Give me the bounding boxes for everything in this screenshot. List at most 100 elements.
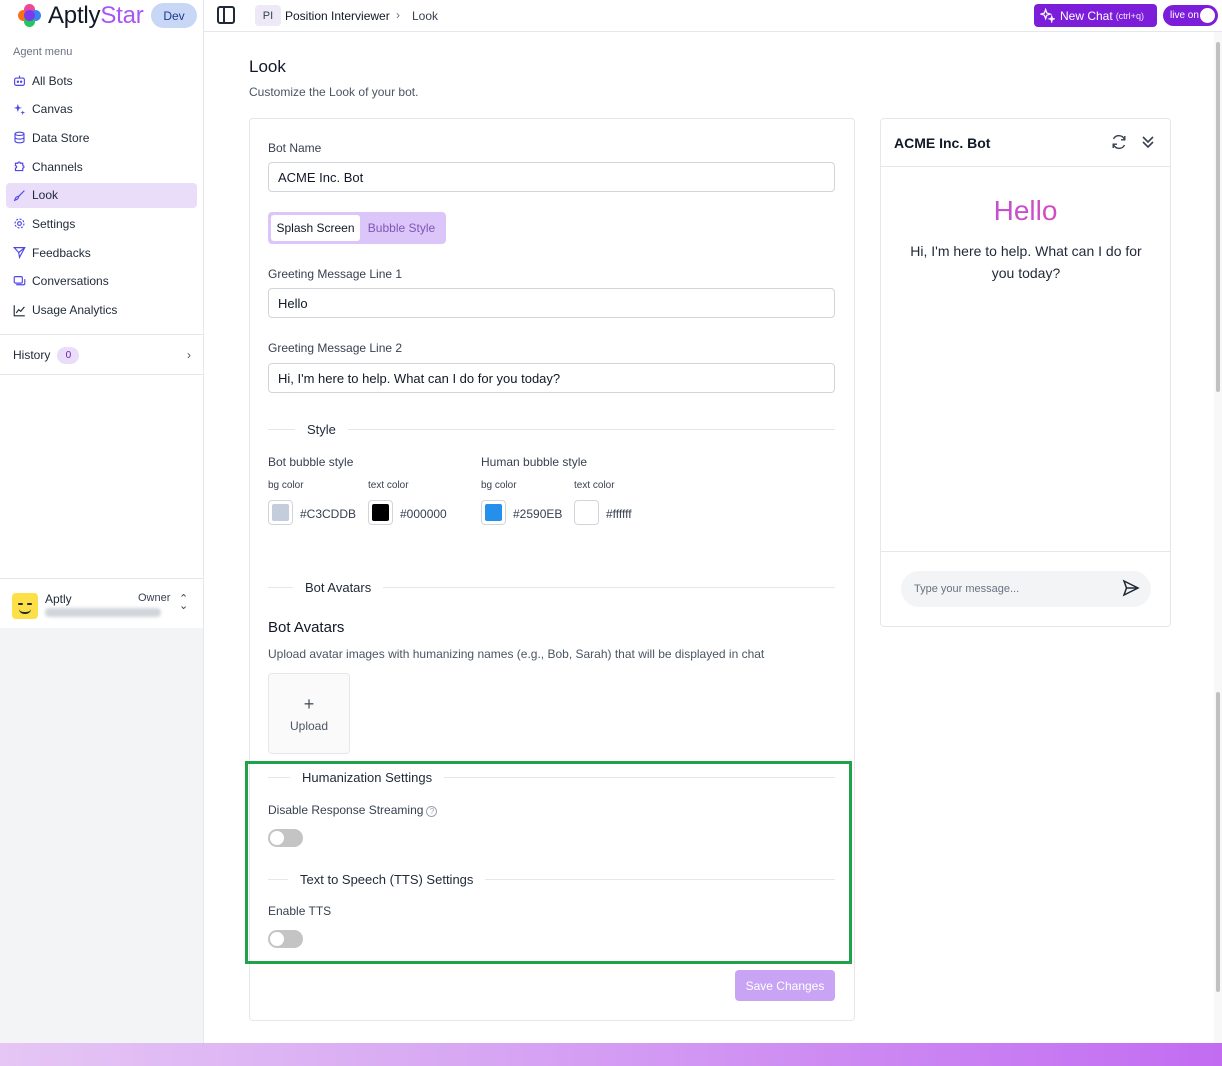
breadcrumb-page: Look (412, 9, 439, 23)
sidebar-item-usage-analytics[interactable]: Usage Analytics (6, 298, 197, 323)
bot-bg-color-label: bg color (268, 480, 304, 491)
live-toggle[interactable]: live on (1163, 5, 1218, 26)
sidebar-empty-area (0, 628, 204, 1043)
new-chat-label: New Chat (1060, 8, 1113, 23)
chat-icon (13, 275, 26, 288)
database-icon (13, 131, 26, 144)
sidebar-item-all-bots[interactable]: All Bots (6, 68, 197, 93)
greeting2-input[interactable]: Hi, I'm here to help. What can I do for … (268, 363, 835, 393)
scrollbar-thumb[interactable] (1216, 42, 1220, 392)
bottom-gradient-bar (0, 1043, 1222, 1066)
sidebar-item-label: Look (32, 188, 59, 203)
preview-title: ACME Inc. Bot (894, 135, 991, 151)
preview-greeting-line2: Hi, I'm here to help. What can I do for … (910, 243, 1142, 281)
sidebar-item-canvas[interactable]: Canvas (6, 97, 197, 122)
sidebar-item-feedbacks[interactable]: Feedbacks (6, 240, 197, 265)
sidebar-item-label: Feedbacks (32, 245, 91, 260)
new-chat-button[interactable]: New Chat (ctrl+q) (1034, 4, 1157, 27)
puzzle-icon (13, 160, 26, 173)
agent-menu: All Bots Canvas Data Store Channels Look… (6, 68, 197, 326)
sidebar-item-conversations[interactable]: Conversations (6, 269, 197, 294)
bot-bubble-label: Bot bubble style (268, 455, 354, 469)
preview-header: ACME Inc. Bot (881, 119, 1170, 167)
history-toggle[interactable]: History 0 › (13, 344, 191, 366)
topbar: PI Position Interviewer › Look New Chat … (204, 0, 1222, 32)
greeting1-label: Greeting Message Line 1 (268, 267, 403, 281)
sidebar-divider (0, 334, 204, 335)
sidebar-item-label: Settings (32, 216, 76, 231)
greeting2-label: Greeting Message Line 2 (268, 341, 403, 355)
agent-menu-heading: Agent menu (13, 46, 73, 58)
style-heading: Style (295, 422, 348, 437)
bot-text-color-picker[interactable] (368, 500, 393, 525)
page-title: Look (249, 57, 286, 76)
sidebar-item-settings[interactable]: Settings (6, 211, 197, 236)
history-count-badge: 0 (57, 346, 80, 364)
user-role: Owner (138, 592, 171, 604)
sidebar-divider (0, 374, 204, 375)
sidebar-item-label: Conversations (32, 274, 109, 289)
bot-text-color-label: text color (368, 480, 409, 491)
chat-message-input[interactable]: Type your message... (901, 571, 1151, 607)
page-scrollbar[interactable] (1214, 32, 1222, 1043)
page-subtitle: Customize the Look of your bot. (249, 85, 419, 99)
look-tabs: Splash Screen Bubble Style (268, 212, 446, 244)
refresh-icon[interactable] (1110, 133, 1128, 151)
bot-initials-badge: PI (255, 5, 281, 26)
bot-name-input[interactable]: ACME Inc. Bot (268, 162, 835, 192)
gear-icon (13, 217, 26, 230)
env-badge[interactable]: Dev (151, 3, 197, 28)
collapse-icon[interactable] (1139, 133, 1157, 151)
bot-bg-swatch (272, 504, 289, 521)
chevron-right-icon: › (187, 348, 191, 362)
history-label: History (13, 348, 51, 362)
sidebar-item-label: All Bots (32, 73, 73, 88)
sidebar-item-label: Canvas (32, 102, 73, 117)
avatars-description: Upload avatar images with humanizing nam… (268, 647, 765, 661)
human-text-color-label: text color (574, 480, 615, 491)
sidebar-item-label: Data Store (32, 130, 90, 145)
human-text-swatch (578, 504, 595, 521)
breadcrumb-bot[interactable]: Position Interviewer (285, 9, 390, 23)
human-text-color-picker[interactable] (574, 500, 599, 525)
bot-name-label: Bot Name (268, 141, 322, 155)
app-name: AptlyStar (48, 2, 144, 29)
send-icon (13, 246, 26, 260)
scrollbar-thumb[interactable] (1216, 692, 1220, 992)
greeting1-input[interactable]: Hello (268, 288, 835, 318)
user-email-blurred (45, 608, 161, 617)
plus-icon: + (303, 693, 315, 714)
send-icon[interactable] (1122, 579, 1140, 597)
avatar (12, 593, 38, 619)
user-name: Aptly (45, 592, 72, 606)
sidebar-item-channels[interactable]: Channels (6, 154, 197, 179)
upload-avatar-button[interactable]: + Upload (268, 673, 350, 754)
sidebar-item-data-store[interactable]: Data Store (6, 125, 197, 150)
sidebar-toggle-icon[interactable] (217, 6, 235, 24)
save-changes-button[interactable]: Save Changes (735, 970, 835, 1001)
chevron-up-down-icon: ⌃ ⌄ (179, 593, 189, 612)
human-bg-swatch (485, 504, 502, 521)
sparkles-icon (1040, 8, 1055, 23)
preview-greeting-line1: Hello (881, 195, 1170, 227)
tab-splash-screen[interactable]: Splash Screen (271, 215, 360, 241)
app-logo[interactable]: AptlyStar (18, 2, 144, 29)
sidebar-item-label: Channels (32, 159, 83, 174)
toggle-knob (1200, 8, 1215, 23)
sidebar-item-look[interactable]: Look (6, 182, 197, 208)
logo-icon (18, 4, 42, 28)
human-text-hex: #ffffff (606, 507, 632, 521)
user-menu[interactable]: Aptly Owner ⌃ ⌄ (12, 590, 192, 620)
brush-icon (13, 189, 26, 202)
human-bg-color-picker[interactable] (481, 500, 506, 525)
bot-icon (13, 74, 26, 87)
new-chat-shortcut: (ctrl+q) (1115, 10, 1144, 21)
bot-bg-hex: #C3CDDB (300, 507, 357, 521)
tab-bubble-style[interactable]: Bubble Style (360, 215, 443, 241)
bot-bg-color-picker[interactable] (268, 500, 293, 525)
section-divider (268, 429, 835, 430)
breadcrumb-separator-icon: › (396, 8, 400, 22)
preview-footer: Type your message... (881, 551, 1170, 627)
avatars-section-heading: Bot Avatars (293, 580, 384, 595)
bot-text-swatch (372, 504, 389, 521)
